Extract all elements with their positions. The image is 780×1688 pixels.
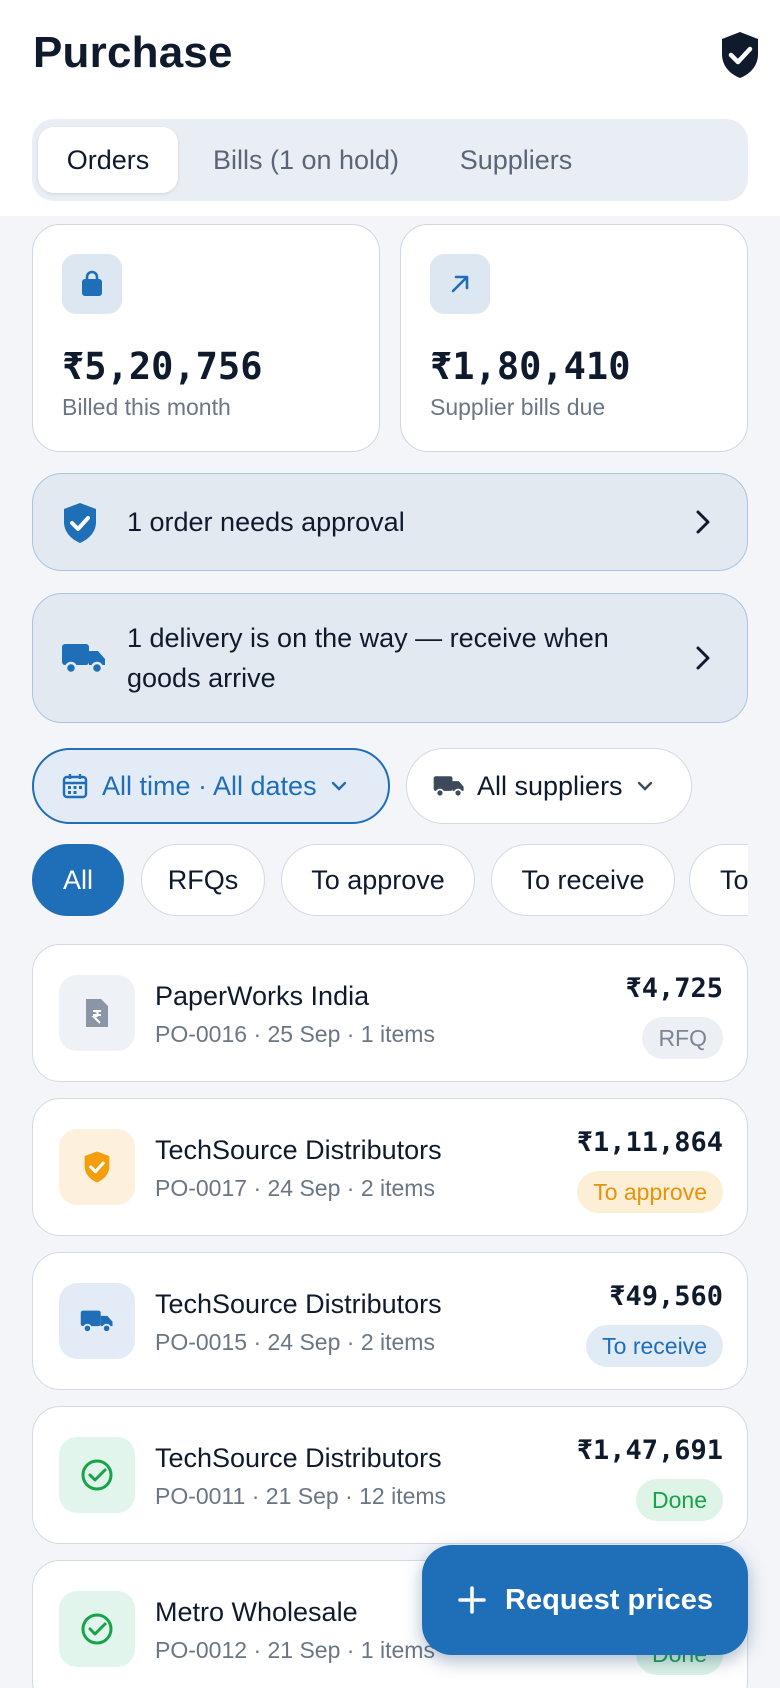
chevron-down-icon bbox=[637, 781, 652, 791]
truck-icon bbox=[433, 776, 464, 798]
chip-to-receive[interactable]: To receive bbox=[491, 844, 675, 916]
app-header: Purchase Orders Bills (1 on hold) Suppli… bbox=[0, 0, 780, 216]
order-amount: ₹4,725 bbox=[625, 973, 723, 1004]
shield-check-icon[interactable] bbox=[718, 30, 762, 80]
order-row[interactable]: TechSource Distributors PO-0017 · 24 Sep… bbox=[32, 1098, 748, 1236]
stat-card-bills-due[interactable]: ₹1,80,410 Supplier bills due bbox=[400, 224, 748, 452]
check-circle-icon bbox=[59, 1437, 135, 1513]
stat-label: Supplier bills due bbox=[430, 394, 606, 420]
approval-alert[interactable]: 1 order needs approval bbox=[32, 473, 748, 571]
order-meta: PO-0017 · 24 Sep · 2 items bbox=[155, 1175, 435, 1201]
status-badge: Done bbox=[636, 1479, 723, 1521]
tab-suppliers[interactable]: Suppliers bbox=[428, 127, 604, 193]
order-meta: PO-0011 · 21 Sep · 12 items bbox=[155, 1483, 447, 1509]
supplier-name: PaperWorks India bbox=[155, 981, 370, 1011]
order-amount: ₹1,47,691 bbox=[576, 1435, 723, 1466]
chip-all[interactable]: All bbox=[32, 844, 124, 916]
stat-card-billed[interactable]: ₹5,20,756 Billed this month bbox=[32, 224, 380, 452]
supplier-filter[interactable]: All suppliers bbox=[406, 748, 692, 824]
shield-check-icon bbox=[59, 1129, 135, 1205]
plus-icon bbox=[458, 1586, 486, 1614]
order-amount: ₹1,11,864 bbox=[576, 1127, 723, 1158]
calendar-icon bbox=[62, 774, 88, 799]
arrow-up-right-icon bbox=[430, 254, 490, 314]
order-meta: PO-0012 · 21 Sep · 1 items bbox=[155, 1637, 435, 1663]
stat-value: ₹1,80,410 bbox=[430, 345, 631, 388]
request-prices-button[interactable]: Request prices bbox=[422, 1545, 748, 1655]
alert-text-line1: 1 delivery is on the way — receive when bbox=[127, 623, 609, 653]
order-amount: ₹49,560 bbox=[609, 1281, 723, 1312]
stat-value: ₹5,20,756 bbox=[62, 345, 263, 388]
chip-rfqs[interactable]: RFQs bbox=[141, 844, 265, 916]
chip-to[interactable]: To bbox=[689, 844, 748, 916]
supplier-name: TechSource Distributors bbox=[155, 1135, 442, 1165]
delivery-alert[interactable]: 1 delivery is on the way — receive when … bbox=[32, 593, 748, 723]
document-rupee-icon bbox=[59, 975, 135, 1051]
alert-text: 1 order needs approval bbox=[127, 507, 405, 537]
supplier-filter-label: All suppliers bbox=[477, 770, 623, 801]
chip-to-approve[interactable]: To approve bbox=[281, 844, 475, 916]
status-badge: To approve bbox=[577, 1171, 723, 1213]
chevron-down-icon bbox=[331, 781, 346, 791]
supplier-name: TechSource Distributors bbox=[155, 1289, 442, 1319]
order-row[interactable]: TechSource Distributors PO-0015 · 24 Sep… bbox=[32, 1252, 748, 1390]
status-badge: RFQ bbox=[642, 1017, 723, 1059]
shopping-bag-icon bbox=[62, 254, 122, 314]
check-circle-icon bbox=[59, 1591, 135, 1667]
page-title: Purchase bbox=[33, 28, 233, 77]
supplier-name: TechSource Distributors bbox=[155, 1443, 442, 1473]
date-filter[interactable]: All time · All dates bbox=[32, 748, 390, 824]
status-badge: To receive bbox=[586, 1325, 723, 1367]
shield-check-icon bbox=[64, 503, 96, 543]
chevron-right-icon bbox=[696, 646, 710, 670]
stat-label: Billed this month bbox=[62, 394, 231, 420]
order-row[interactable]: TechSource Distributors PO-0011 · 21 Sep… bbox=[32, 1406, 748, 1544]
alert-text-line2: goods arrive bbox=[127, 663, 276, 693]
tab-bills[interactable]: Bills (1 on hold) bbox=[192, 127, 420, 193]
chevron-right-icon bbox=[696, 510, 710, 534]
status-chips: All RFQs To approve To receive To bbox=[32, 844, 748, 918]
order-meta: PO-0015 · 24 Sep · 2 items bbox=[155, 1329, 435, 1355]
tab-orders[interactable]: Orders bbox=[38, 127, 178, 193]
request-prices-label: Request prices bbox=[505, 1583, 713, 1616]
order-meta: PO-0016 · 25 Sep · 1 items bbox=[155, 1021, 435, 1047]
date-filter-label: All time · All dates bbox=[102, 770, 317, 801]
supplier-name: Metro Wholesale bbox=[155, 1597, 358, 1627]
order-row[interactable]: PaperWorks India PO-0016 · 25 Sep · 1 it… bbox=[32, 944, 748, 1082]
tab-bar: Orders Bills (1 on hold) Suppliers bbox=[32, 119, 748, 201]
truck-icon bbox=[59, 1283, 135, 1359]
truck-icon bbox=[62, 644, 105, 675]
